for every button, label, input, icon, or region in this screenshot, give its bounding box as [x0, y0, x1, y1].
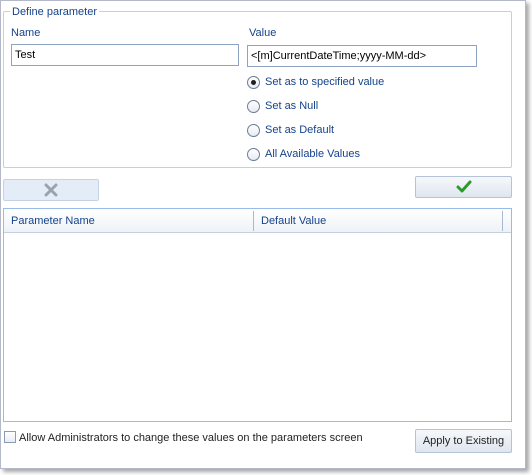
radio-all-available-values[interactable]: All Available Values	[247, 146, 360, 162]
radio-button-icon[interactable]	[247, 147, 260, 161]
radio-set-default[interactable]: Set as Default	[247, 122, 334, 138]
apply-to-existing-button[interactable]: Apply to Existing	[415, 429, 512, 453]
radio-specified-value[interactable]: Set as to specified value	[247, 74, 384, 90]
value-label: Value	[249, 27, 277, 39]
parameter-dialog: Define parameter Name Value Set as to sp…	[0, 0, 526, 469]
radio-button-icon[interactable]	[247, 99, 260, 113]
define-parameter-legend: Define parameter	[10, 6, 99, 18]
grid-header: Parameter Name Default Value	[4, 209, 511, 233]
apply-to-existing-label: Apply to Existing	[422, 435, 505, 447]
value-input[interactable]	[247, 45, 477, 67]
confirm-parameter-button[interactable]	[415, 176, 512, 198]
name-label: Name	[11, 27, 41, 39]
radio-set-null[interactable]: Set as Null	[247, 98, 318, 114]
radio-specified-value-label: Set as to specified value	[265, 76, 385, 88]
allow-admin-checkbox[interactable]	[4, 431, 16, 443]
radio-all-available-values-label: All Available Values	[265, 148, 360, 160]
column-default-value[interactable]: Default Value	[254, 209, 503, 233]
column-parameter-name[interactable]: Parameter Name	[4, 209, 254, 233]
parameters-grid: Parameter Name Default Value	[3, 208, 512, 422]
radio-set-default-label: Set as Default	[265, 124, 335, 136]
radio-set-null-label: Set as Null	[265, 100, 319, 112]
checkmark-icon	[456, 180, 471, 193]
radio-button-icon[interactable]	[247, 75, 260, 89]
radio-button-icon[interactable]	[247, 123, 260, 137]
x-icon	[44, 183, 58, 197]
column-separator[interactable]	[502, 211, 503, 231]
name-input[interactable]	[11, 44, 239, 66]
delete-parameter-button[interactable]	[3, 179, 99, 201]
allow-admin-label: Allow Administrators to change these val…	[19, 432, 363, 444]
